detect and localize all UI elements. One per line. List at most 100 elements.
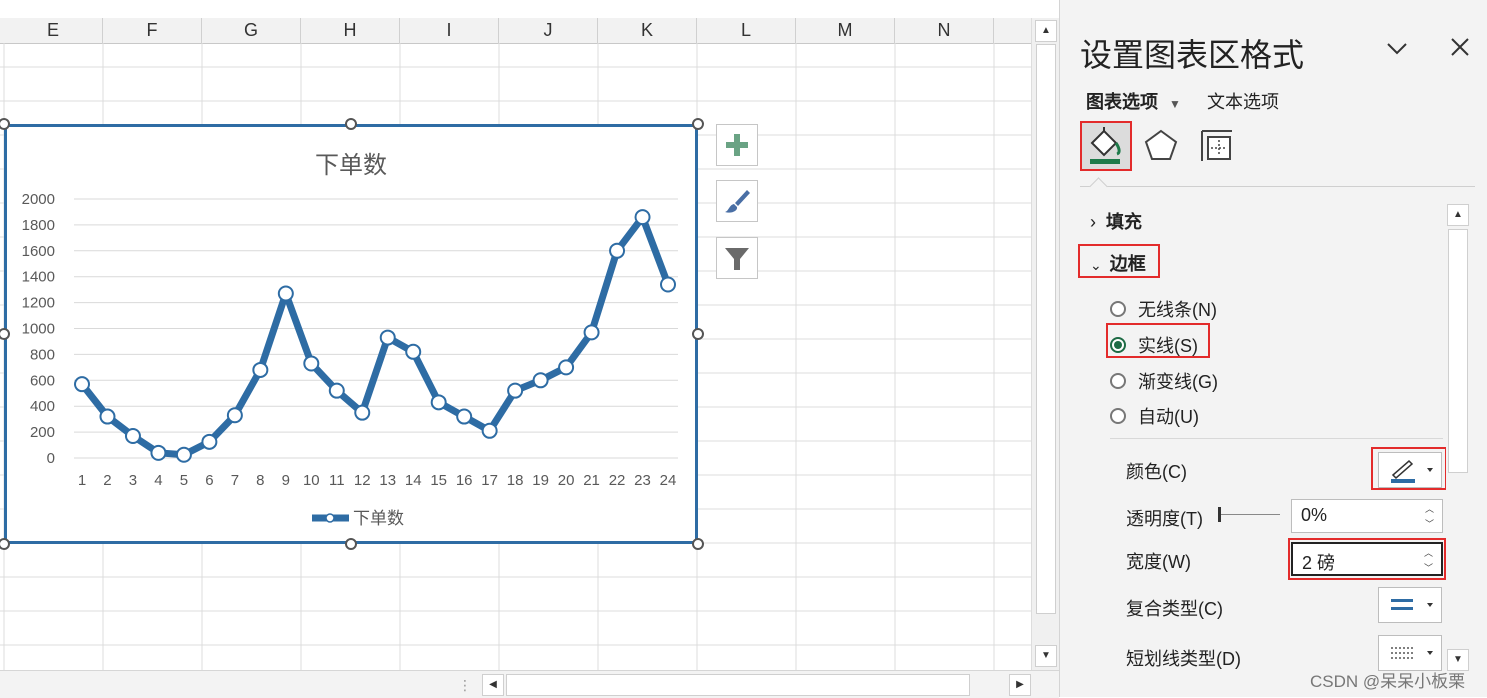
resize-handle-top-middle[interactable] xyxy=(345,118,357,130)
data-point[interactable] xyxy=(354,404,371,421)
split-handle-icon[interactable]: ⋮ xyxy=(458,677,472,694)
data-point[interactable] xyxy=(74,376,90,393)
data-point[interactable] xyxy=(252,361,269,378)
chart-styles-button[interactable] xyxy=(716,180,758,222)
radio-automatic-label: 自动(U) xyxy=(1138,407,1199,427)
pane-options-chevron-icon[interactable] xyxy=(1385,36,1409,67)
resize-handle-middle-right[interactable] xyxy=(692,328,704,340)
data-point[interactable] xyxy=(609,242,626,259)
data-point[interactable] xyxy=(583,324,600,341)
width-label: 宽度(W) xyxy=(1126,552,1191,572)
data-point[interactable] xyxy=(175,446,192,463)
highlight-solid-line xyxy=(1106,323,1210,358)
data-point[interactable] xyxy=(507,382,524,399)
funnel-icon xyxy=(725,248,749,270)
tab-chart-options[interactable]: 图表选项 ▼ xyxy=(1086,88,1181,114)
horizontal-scrollbar[interactable]: ⋮ ◀ ▶ xyxy=(0,670,1059,698)
legend-marker xyxy=(325,513,335,523)
chart-elements-button[interactable] xyxy=(716,124,758,166)
horizontal-scroll-thumb[interactable] xyxy=(506,674,970,696)
radio-button[interactable] xyxy=(1110,408,1126,424)
size-properties-category-button[interactable] xyxy=(1194,123,1242,169)
data-point[interactable] xyxy=(201,433,218,450)
stepper-down-icon[interactable]: ﹀ xyxy=(1425,517,1434,530)
data-point[interactable] xyxy=(99,408,116,425)
column-header-K[interactable]: K xyxy=(598,18,697,43)
legend-label[interactable]: 下单数 xyxy=(353,509,404,528)
pane-scroll-thumb[interactable] xyxy=(1448,229,1468,473)
data-point[interactable] xyxy=(558,359,575,376)
y-tick-label: 0 xyxy=(47,450,55,467)
stepper-up-icon[interactable]: ︿ xyxy=(1425,502,1434,515)
vertical-scrollbar[interactable]: ▲ ▼ xyxy=(1031,18,1060,670)
chart-plot[interactable]: 02004006008001000120014001600180020001 2 3… xyxy=(7,127,695,541)
close-icon[interactable] xyxy=(1449,36,1471,65)
chart-filters-button[interactable] xyxy=(716,237,758,279)
x-tick-label: 21 xyxy=(583,472,600,489)
data-point[interactable] xyxy=(456,408,473,425)
data-point[interactable] xyxy=(405,343,422,360)
x-tick-label: 8 xyxy=(256,472,264,489)
section-fill[interactable]: › 填充 xyxy=(1090,208,1142,234)
radio-automatic[interactable]: 自动(U) xyxy=(1110,403,1199,429)
y-tick-label: 1200 xyxy=(22,295,55,312)
x-tick-label: 17 xyxy=(481,472,498,489)
y-tick-label: 1600 xyxy=(22,243,55,260)
column-header-G[interactable]: G xyxy=(202,18,301,43)
scroll-down-button[interactable]: ▼ xyxy=(1035,645,1057,667)
data-point[interactable] xyxy=(226,407,243,424)
scroll-up-button[interactable]: ▲ xyxy=(1035,20,1057,42)
data-point[interactable] xyxy=(634,209,651,226)
column-header-H[interactable]: H xyxy=(301,18,400,43)
radio-button[interactable] xyxy=(1110,301,1126,317)
transparency-label: 透明度(T) xyxy=(1126,509,1203,529)
slider-thumb[interactable] xyxy=(1218,507,1221,522)
color-label: 颜色(C) xyxy=(1126,462,1187,482)
tab-text-options[interactable]: 文本选项 xyxy=(1207,88,1279,114)
column-header-E[interactable]: E xyxy=(4,18,103,43)
data-point[interactable] xyxy=(303,355,320,372)
y-tick-label: 800 xyxy=(30,346,55,363)
column-header-L[interactable]: L xyxy=(697,18,796,43)
column-header-I[interactable]: I xyxy=(400,18,499,43)
tab-chart-options-label: 图表选项 xyxy=(1086,92,1158,112)
transparency-stepper[interactable]: 0% ︿ ﹀ xyxy=(1291,499,1443,533)
x-tick-label: 22 xyxy=(609,472,626,489)
resize-handle-top-right[interactable] xyxy=(692,118,704,130)
data-point[interactable] xyxy=(328,382,345,399)
data-point[interactable] xyxy=(660,276,676,293)
column-header-row: EFGHIJKLMN xyxy=(0,18,1031,44)
compound-lines-icon xyxy=(1391,599,1433,610)
pane-scrollbar[interactable]: ▲ ▼ xyxy=(1446,203,1472,671)
radio-gradient-line[interactable]: 渐变线(G) xyxy=(1110,368,1218,394)
data-point[interactable] xyxy=(430,394,447,411)
scroll-left-button[interactable]: ◀ xyxy=(482,674,504,696)
resize-handle-bottom-middle[interactable] xyxy=(345,538,357,550)
data-point[interactable] xyxy=(124,427,141,444)
column-header-N[interactable]: N xyxy=(895,18,994,43)
series-line[interactable] xyxy=(79,213,672,459)
vertical-scroll-thumb[interactable] xyxy=(1036,44,1056,614)
effects-category-button[interactable] xyxy=(1138,123,1186,169)
data-point[interactable] xyxy=(481,422,498,439)
highlight-border-section xyxy=(1078,244,1160,278)
transparency-slider[interactable] xyxy=(1218,506,1280,524)
pane-scroll-up-button[interactable]: ▲ xyxy=(1447,204,1469,226)
radio-button[interactable] xyxy=(1110,373,1126,389)
format-chart-area-pane: 设置图表区格式 图表选项 ▼ 文本选项 › 填充 ⌄ 边框 无线条(N) 实线(… xyxy=(1059,0,1487,697)
column-header-J[interactable]: J xyxy=(499,18,598,43)
y-tick-label: 1400 xyxy=(22,269,55,286)
column-header-M[interactable]: M xyxy=(796,18,895,43)
chart-area[interactable]: 下单数 0 200 400 600 800 1000 1200 1400 1600 1800 200… xyxy=(4,124,698,544)
data-point[interactable] xyxy=(277,285,294,302)
dash-type-dropdown[interactable] xyxy=(1378,635,1442,671)
scroll-right-button[interactable]: ▶ xyxy=(1009,674,1031,696)
radio-gradient-line-label: 渐变线(G) xyxy=(1138,372,1218,392)
data-point[interactable] xyxy=(379,329,396,346)
data-point[interactable] xyxy=(532,372,549,389)
resize-handle-bottom-right[interactable] xyxy=(692,538,704,550)
column-header-F[interactable]: F xyxy=(103,18,202,43)
data-point[interactable] xyxy=(150,444,167,461)
radio-no-line[interactable]: 无线条(N) xyxy=(1110,296,1217,322)
compound-type-dropdown[interactable] xyxy=(1378,587,1442,623)
